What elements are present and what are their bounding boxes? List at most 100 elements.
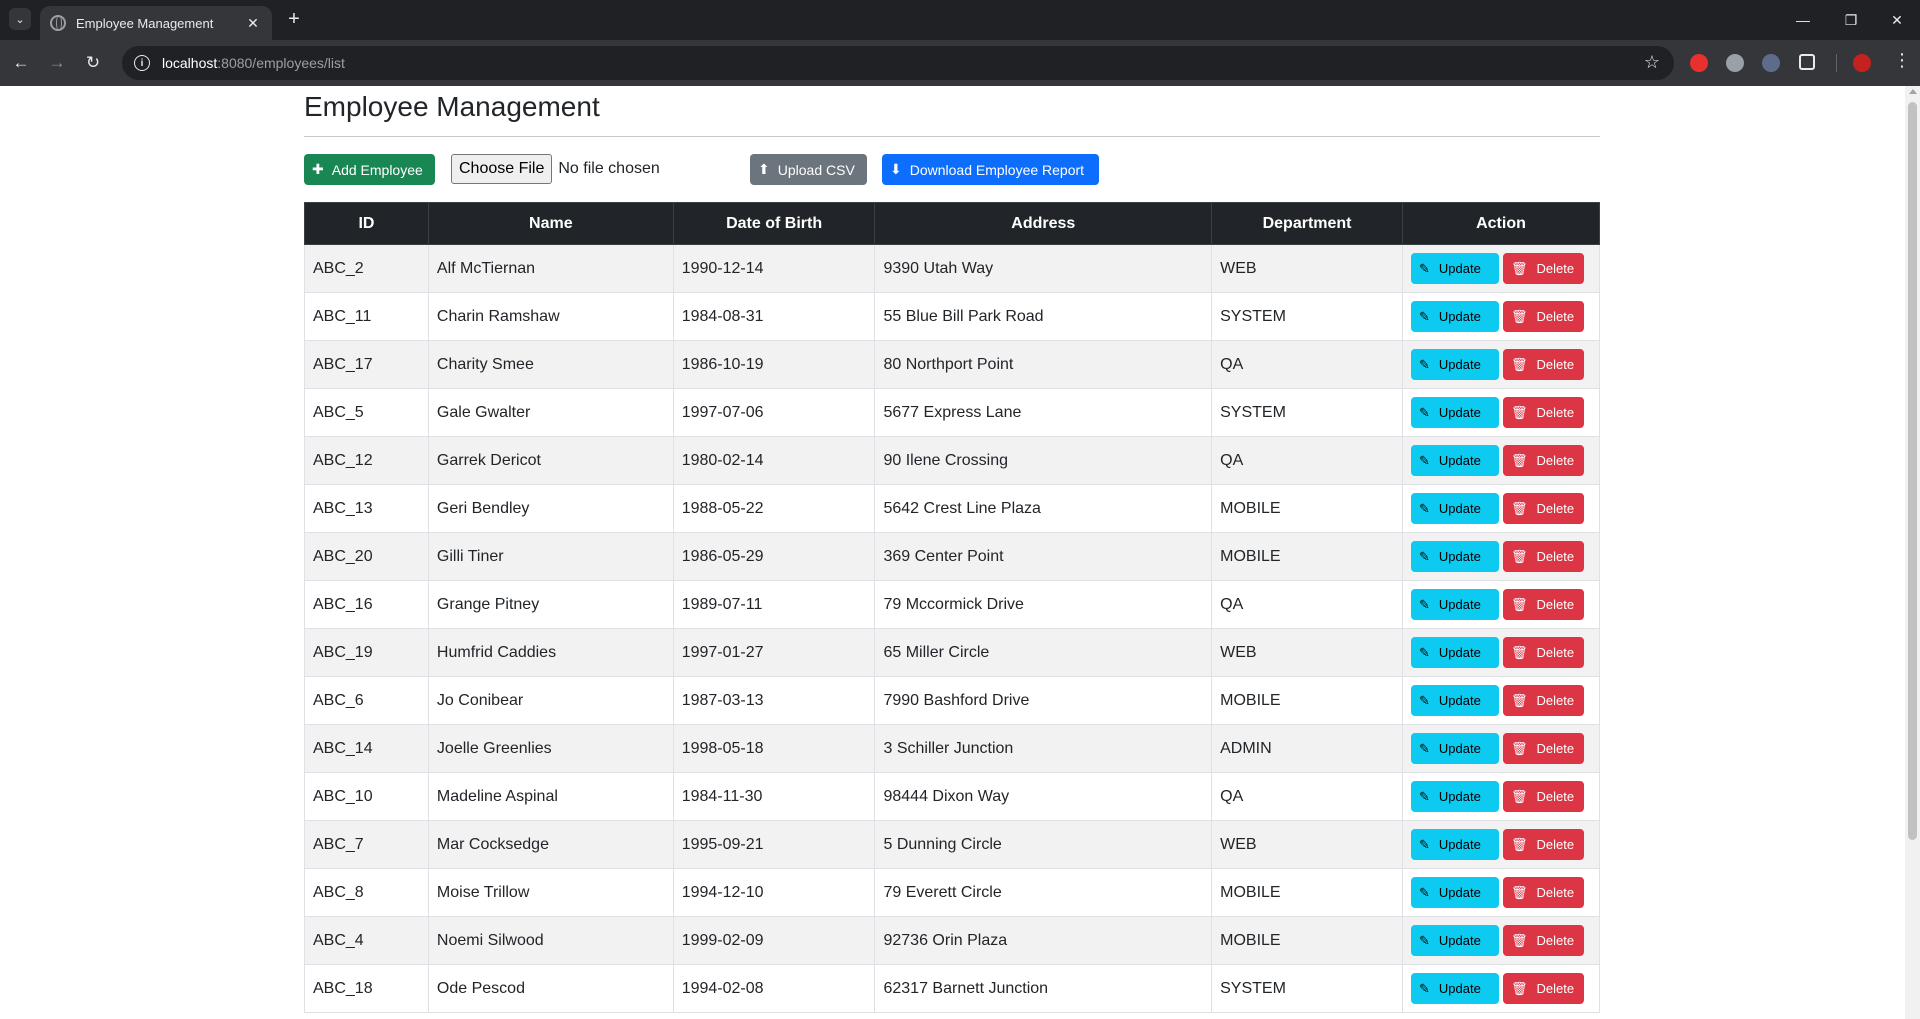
pencil-icon: ✎ — [1418, 836, 1430, 852]
minimize-icon[interactable]: — — [1780, 8, 1826, 32]
upload-csv-button[interactable]: ⬆ Upload CSV — [750, 154, 867, 185]
browser-tab[interactable]: Employee Management ✕ — [40, 6, 272, 40]
update-button[interactable]: ✎ Update — [1410, 301, 1499, 332]
row-actions: ✎ Update 🗑 Delete — [1410, 637, 1591, 668]
bookmark-star-icon[interactable]: ☆ — [1644, 52, 1660, 73]
extension-icon[interactable] — [1762, 54, 1780, 72]
kebab-menu-icon[interactable]: ⋮ — [1892, 50, 1912, 71]
choose-file-button[interactable]: Choose File — [451, 154, 553, 184]
scrollbar-thumb[interactable] — [1908, 102, 1917, 840]
cell-dob: 1997-01-27 — [672, 628, 876, 677]
extension-icon[interactable] — [1726, 54, 1744, 72]
column-header-name[interactable]: Name — [427, 202, 674, 245]
delete-button[interactable]: 🗑 Delete — [1502, 685, 1584, 716]
table-row: ABC_18 Ode Pescod 1994-02-08 62317 Barnett … — [304, 964, 1601, 1013]
cell-id: ABC_12 — [304, 436, 429, 485]
cell-dob: 1984-11-30 — [672, 772, 876, 821]
delete-button[interactable]: 🗑 Delete — [1502, 733, 1584, 764]
delete-button[interactable]: 🗑 Delete — [1502, 829, 1584, 860]
update-button[interactable]: ✎ Update — [1410, 397, 1499, 428]
reload-button[interactable]: ↻ — [80, 50, 106, 76]
delete-label: Delete — [1536, 693, 1575, 708]
puzzle-icon[interactable] — [1799, 54, 1815, 70]
restore-icon[interactable]: ❐ — [1828, 8, 1874, 32]
update-button[interactable]: ✎ Update — [1410, 733, 1499, 764]
tab-search-button[interactable]: ⌄ — [9, 8, 31, 30]
update-button[interactable]: ✎ Update — [1410, 685, 1499, 716]
delete-button[interactable]: 🗑 Delete — [1502, 253, 1584, 284]
site-info-icon[interactable]: i — [134, 55, 150, 71]
update-button[interactable]: ✎ Update — [1410, 349, 1499, 380]
cell-department: WEB — [1211, 628, 1403, 677]
extension-icon[interactable] — [1690, 54, 1708, 72]
update-label: Update — [1438, 837, 1481, 852]
delete-button[interactable]: 🗑 Delete — [1502, 301, 1584, 332]
update-button[interactable]: ✎ Update — [1410, 253, 1499, 284]
update-button[interactable]: ✎ Update — [1410, 925, 1499, 956]
update-button[interactable]: ✎ Update — [1410, 877, 1499, 908]
pencil-icon: ✎ — [1418, 596, 1430, 612]
profile-avatar[interactable] — [1853, 54, 1871, 72]
cell-department: SYSTEM — [1211, 292, 1403, 341]
delete-button[interactable]: 🗑 Delete — [1502, 349, 1584, 380]
cell-department: QA — [1211, 436, 1403, 485]
delete-button[interactable]: 🗑 Delete — [1502, 925, 1584, 956]
update-label: Update — [1438, 549, 1481, 564]
trash-icon: 🗑 — [1510, 260, 1528, 276]
column-header-dob[interactable]: Date of Birth — [672, 202, 876, 245]
delete-button[interactable]: 🗑 Delete — [1502, 973, 1584, 1004]
forward-button[interactable]: → — [44, 50, 70, 76]
delete-button[interactable]: 🗑 Delete — [1502, 541, 1584, 572]
update-button[interactable]: ✎ Update — [1410, 445, 1499, 476]
delete-button[interactable]: 🗑 Delete — [1502, 493, 1584, 524]
new-tab-button[interactable]: + — [282, 8, 306, 32]
update-label: Update — [1438, 645, 1481, 660]
update-button[interactable]: ✎ Update — [1410, 637, 1499, 668]
add-employee-button[interactable]: ✚ Add Employee — [304, 154, 435, 185]
window-close-icon[interactable]: ✕ — [1874, 8, 1920, 32]
delete-button[interactable]: 🗑 Delete — [1502, 445, 1584, 476]
cell-address: 369 Center Point — [874, 532, 1213, 581]
delete-button[interactable]: 🗑 Delete — [1502, 877, 1584, 908]
cell-dob: 1986-05-29 — [672, 532, 876, 581]
update-button[interactable]: ✎ Update — [1410, 973, 1499, 1004]
table-row: ABC_7 Mar Cocksedge 1995-09-21 5 Dunning Ci… — [304, 820, 1601, 869]
cell-id: ABC_19 — [304, 628, 429, 677]
update-button[interactable]: ✎ Update — [1410, 589, 1499, 620]
row-actions: ✎ Update 🗑 Delete — [1410, 781, 1591, 812]
back-button[interactable]: ← — [8, 50, 34, 76]
delete-button[interactable]: 🗑 Delete — [1502, 397, 1584, 428]
csv-file-input[interactable]: Choose File No file chosen — [451, 154, 660, 184]
row-actions: ✎ Update 🗑 Delete — [1410, 493, 1591, 524]
upload-csv-label: Upload CSV — [777, 161, 855, 178]
pencil-icon: ✎ — [1418, 452, 1430, 468]
trash-icon: 🗑 — [1510, 548, 1528, 564]
page-scrollbar[interactable] — [1905, 86, 1920, 1019]
update-button[interactable]: ✎ Update — [1410, 829, 1499, 860]
update-button[interactable]: ✎ Update — [1410, 493, 1499, 524]
cell-id: ABC_11 — [304, 292, 429, 341]
delete-button[interactable]: 🗑 Delete — [1502, 637, 1584, 668]
update-button[interactable]: ✎ Update — [1410, 781, 1499, 812]
cell-name: Joelle Greenlies — [427, 724, 674, 773]
row-actions: ✎ Update 🗑 Delete — [1410, 349, 1591, 380]
table-row: ABC_2 Alf McTiernan 1990-12-14 9390 Utah Wa… — [304, 244, 1601, 293]
delete-button[interactable]: 🗑 Delete — [1502, 781, 1584, 812]
cell-address: 7990 Bashford Drive — [874, 676, 1213, 725]
pencil-icon: ✎ — [1418, 932, 1430, 948]
column-header-department[interactable]: Department — [1211, 202, 1403, 245]
column-header-id[interactable]: ID — [304, 202, 429, 245]
delete-button[interactable]: 🗑 Delete — [1502, 589, 1584, 620]
column-header-address[interactable]: Address — [874, 202, 1213, 245]
download-report-button[interactable]: ⬇ Download Employee Report — [882, 154, 1099, 185]
close-icon[interactable]: ✕ — [244, 15, 262, 32]
cell-name: Madeline Aspinal — [427, 772, 674, 821]
cell-id: ABC_5 — [304, 388, 429, 437]
cell-id: ABC_13 — [304, 484, 429, 533]
address-bar[interactable]: i localhost:8080/employees/list ☆ — [122, 46, 1674, 80]
cell-address: 92736 Orin Plaza — [874, 916, 1213, 965]
update-button[interactable]: ✎ Update — [1410, 541, 1499, 572]
row-actions: ✎ Update 🗑 Delete — [1410, 397, 1591, 428]
scroll-up-arrow[interactable] — [1909, 89, 1917, 94]
trash-icon: 🗑 — [1510, 836, 1528, 852]
